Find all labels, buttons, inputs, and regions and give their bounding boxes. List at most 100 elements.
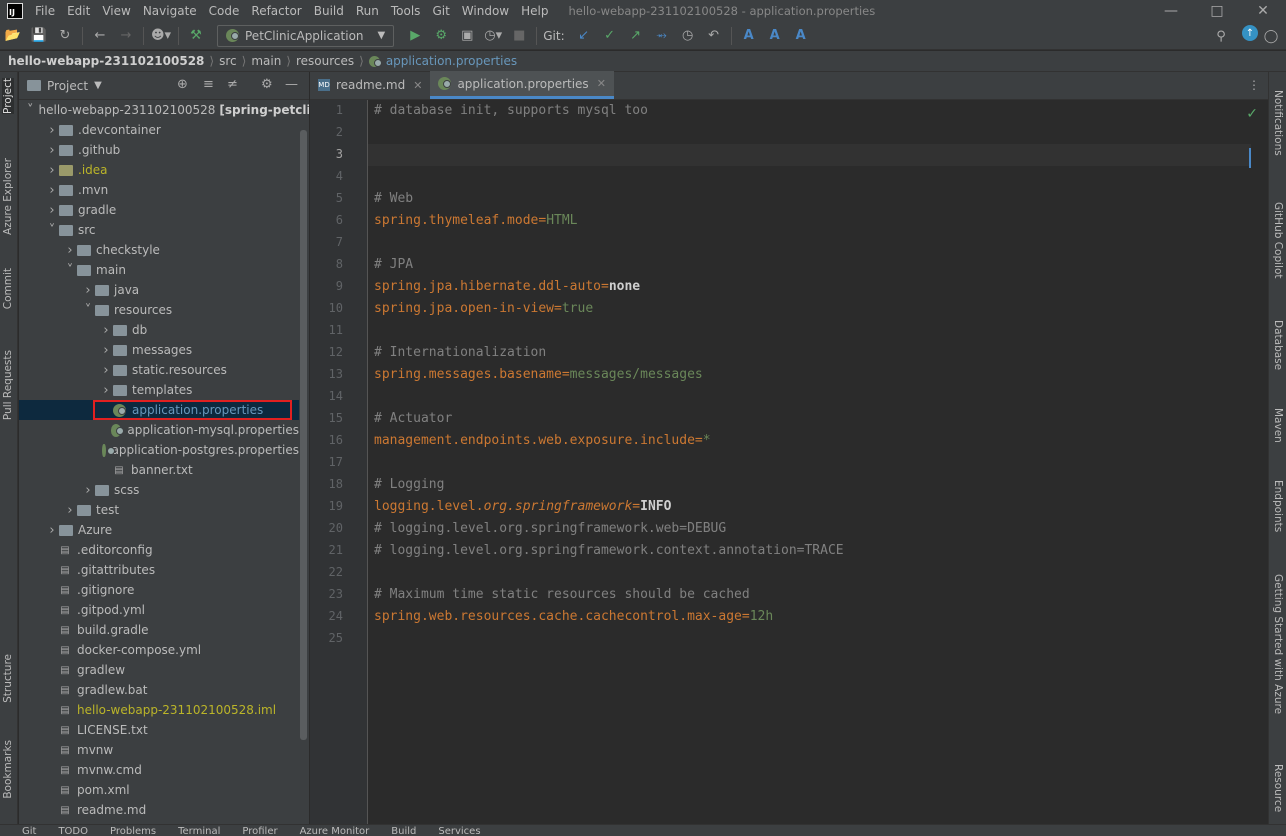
tool-services[interactable]: Services — [438, 825, 480, 836]
minimize-icon[interactable]: — — [1148, 0, 1194, 22]
menu-edit[interactable]: Edit — [63, 0, 98, 22]
chevron-right-icon[interactable]: › — [45, 163, 59, 178]
tool-build[interactable]: Build — [391, 825, 416, 836]
tool-maven[interactable]: Maven — [1272, 408, 1284, 443]
menu-tools[interactable]: Tools — [387, 0, 429, 22]
stop-icon[interactable]: ■ — [508, 25, 530, 47]
code-line[interactable]: # Web — [374, 188, 413, 210]
tree-item[interactable]: ˅ main — [19, 260, 299, 280]
tool-structure[interactable]: Structure — [2, 654, 14, 703]
tree-item[interactable]: ▤ gradlew — [19, 660, 299, 680]
git-update-icon[interactable]: ↙ — [573, 25, 595, 47]
code-line[interactable]: # Logging — [374, 474, 444, 496]
menu-window[interactable]: Window — [458, 0, 517, 22]
no-problems-check-icon[interactable]: ✓ — [1246, 106, 1258, 122]
menu-navigate[interactable]: Navigate — [139, 0, 205, 22]
copilot-icon[interactable]: ◯ — [1260, 25, 1282, 47]
breadcrumb-resources[interactable]: resources — [296, 54, 354, 68]
azure-deploy-icon[interactable]: A — [738, 25, 760, 47]
chevron-right-icon[interactable]: › — [45, 183, 59, 198]
tree-item[interactable]: › gradle — [19, 200, 299, 220]
update-icon[interactable]: ↑ — [1242, 25, 1258, 41]
tree-item[interactable]: › .idea — [19, 160, 299, 180]
tab-application-properties[interactable]: application.properties ✕ — [430, 71, 614, 99]
tree-item[interactable]: ▤ LICENSE.txt — [19, 720, 299, 740]
tree-item[interactable]: › Azure — [19, 520, 299, 540]
tree-item[interactable]: ▤ banner.txt — [19, 460, 299, 480]
locate-icon[interactable]: ⊕ — [177, 77, 188, 92]
back-icon[interactable]: ← — [89, 25, 111, 47]
tool-github-copilot[interactable]: GitHub Copilot — [1272, 202, 1284, 279]
tree-item[interactable]: ˅ resources — [19, 300, 299, 320]
chevron-right-icon[interactable]: › — [63, 503, 77, 518]
code-line[interactable]: management.endpoints.web.exposure.includ… — [374, 430, 711, 452]
chevron-right-icon[interactable]: › — [45, 523, 59, 538]
chevron-down-icon[interactable]: ˅ — [27, 103, 34, 118]
history-icon[interactable]: ◷ — [677, 25, 699, 47]
chevron-right-icon[interactable]: › — [99, 383, 113, 398]
forward-icon[interactable]: → — [115, 25, 137, 47]
build-hammer-icon[interactable]: ⚒ — [185, 25, 207, 47]
tree-item[interactable]: › .devcontainer — [19, 120, 299, 140]
tree-item[interactable]: ▤ .gitattributes — [19, 560, 299, 580]
tree-item[interactable]: application-mysql.properties — [19, 420, 299, 440]
run-icon[interactable]: ▶ — [404, 25, 426, 47]
tree-item[interactable]: › messages — [19, 340, 299, 360]
code-line[interactable]: # JPA — [374, 254, 413, 276]
sync-icon[interactable]: ↻ — [54, 25, 76, 47]
code-line[interactable]: # Internationalization — [374, 342, 546, 364]
close-icon[interactable]: ✕ — [413, 79, 422, 92]
tool-pull-requests[interactable]: Pull Requests — [2, 350, 14, 420]
menu-help[interactable]: Help — [517, 0, 556, 22]
tree-item[interactable]: ▤ .editorconfig — [19, 540, 299, 560]
tool-notifications[interactable]: Notifications — [1272, 90, 1284, 156]
chevron-right-icon[interactable]: › — [81, 483, 95, 498]
tool-problems[interactable]: Problems — [110, 825, 156, 836]
chevron-right-icon[interactable]: › — [63, 243, 77, 258]
gear-icon[interactable]: ⚙ — [261, 77, 273, 92]
run-configuration-select[interactable]: PetClinicApplication ▼ — [217, 24, 395, 47]
open-folder-icon[interactable]: 📂 — [2, 25, 24, 47]
tree-item[interactable]: › java — [19, 280, 299, 300]
more-options-icon[interactable]: ⋮ — [1248, 78, 1260, 92]
breadcrumb-project[interactable]: hello-webapp-231102100528 — [8, 54, 204, 68]
chevron-down-icon[interactable]: ˅ — [81, 303, 95, 318]
code-line[interactable]: # Maximum time static resources should b… — [374, 584, 750, 606]
tool-azure-monitor[interactable]: Azure Monitor — [300, 825, 370, 836]
coverage-icon[interactable]: ▣ — [456, 25, 478, 47]
tool-project[interactable]: Project — [2, 78, 14, 114]
breadcrumb-main[interactable]: main — [251, 54, 281, 68]
tree-item[interactable]: ▤ hello-webapp-231102100528.iml — [19, 700, 299, 720]
tree-item[interactable]: › checkstyle — [19, 240, 299, 260]
tree-item[interactable]: ▤ .gitpod.yml — [19, 600, 299, 620]
chevron-right-icon[interactable]: › — [45, 123, 59, 138]
chevron-right-icon[interactable]: › — [81, 283, 95, 298]
tree-item[interactable]: ▤ pom.xml — [19, 780, 299, 800]
chevron-right-icon[interactable]: › — [45, 143, 59, 158]
tree-scrollbar[interactable] — [300, 130, 307, 740]
maximize-icon[interactable]: □ — [1194, 0, 1240, 22]
menu-build[interactable]: Build — [310, 0, 352, 22]
azure-signin-icon[interactable]: A — [790, 25, 812, 47]
menu-code[interactable]: Code — [205, 0, 248, 22]
chevron-down-icon[interactable]: ▼ — [94, 80, 102, 91]
debug-icon[interactable]: ⚙ — [430, 25, 452, 47]
tree-item[interactable]: › templates — [19, 380, 299, 400]
code-line[interactable]: # Actuator — [374, 408, 452, 430]
chevron-right-icon[interactable]: › — [99, 343, 113, 358]
code-line[interactable]: spring.messages.basename=messages/messag… — [374, 364, 703, 386]
git-push-icon[interactable]: ↗ — [625, 25, 647, 47]
tree-item[interactable]: ▤ build.gradle — [19, 620, 299, 640]
tool-endpoints[interactable]: Endpoints — [1272, 480, 1284, 532]
tree-item[interactable]: › db — [19, 320, 299, 340]
code-line[interactable]: spring.jpa.open-in-view=true — [374, 298, 593, 320]
tree-item[interactable]: ▤ mvnw.cmd — [19, 760, 299, 780]
tool-bookmarks[interactable]: Bookmarks — [2, 740, 14, 799]
tree-item[interactable]: application-postgres.properties — [19, 440, 299, 460]
tree-item[interactable]: ▤ mvnw — [19, 740, 299, 760]
chevron-right-icon[interactable]: › — [99, 363, 113, 378]
close-icon[interactable]: ✕ — [597, 77, 606, 90]
profile-icon[interactable]: ◷▾ — [482, 25, 504, 47]
rollback-icon[interactable]: ↶ — [703, 25, 725, 47]
menu-view[interactable]: View — [98, 0, 138, 22]
